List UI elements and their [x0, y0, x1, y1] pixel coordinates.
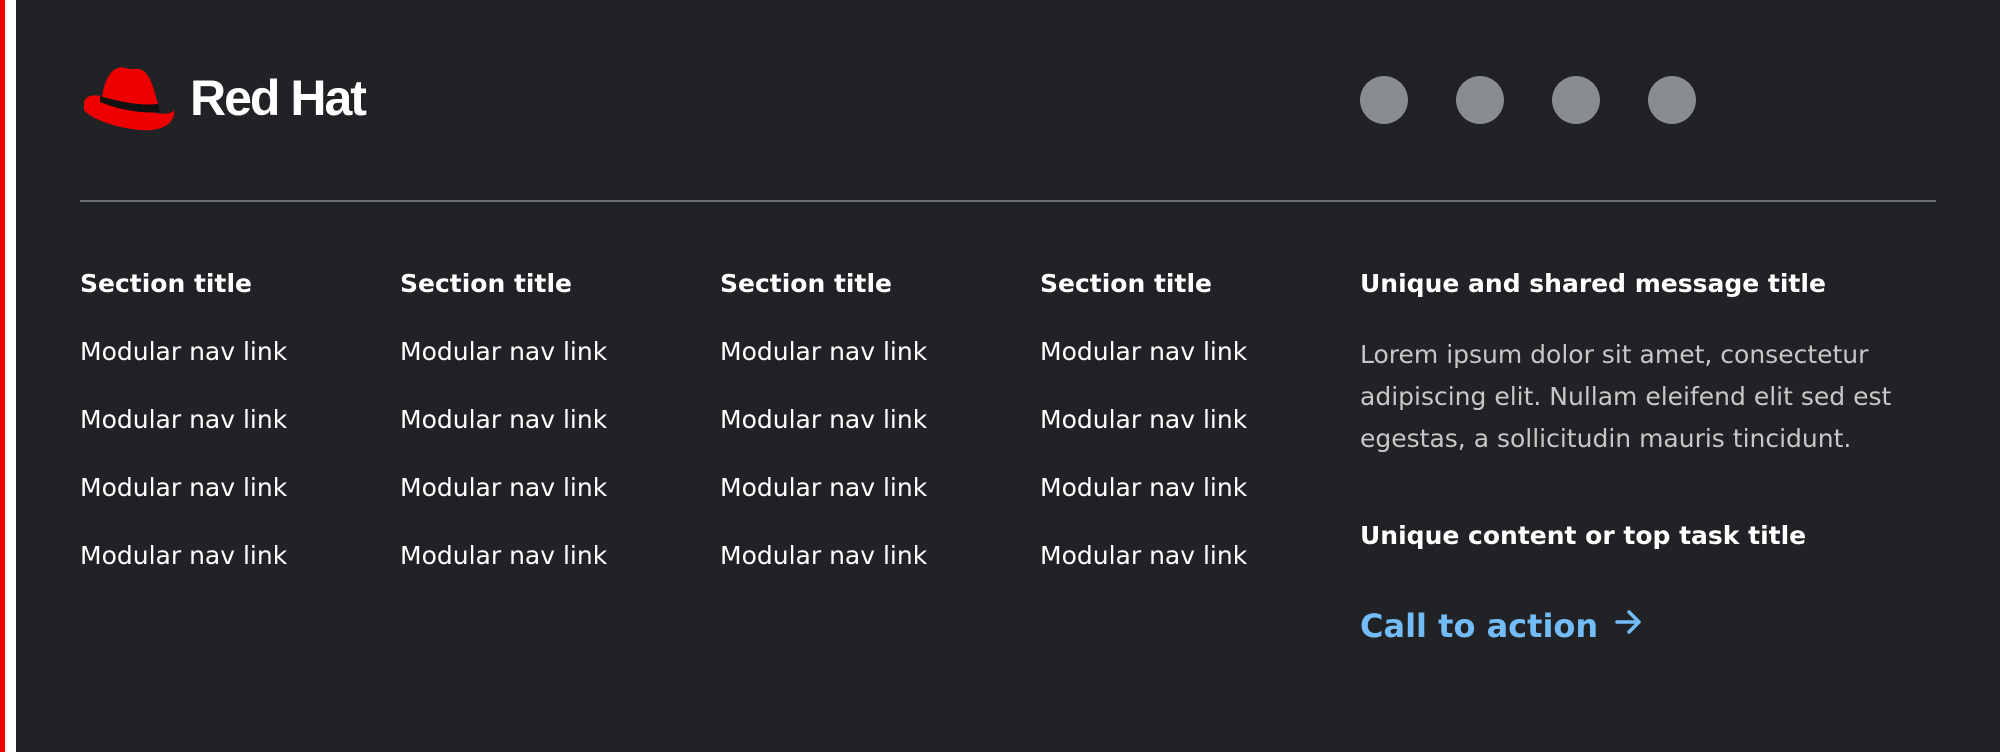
list-item: Modular nav link: [720, 538, 1020, 606]
list-item: Modular nav link: [1040, 402, 1340, 470]
left-gutter: [5, 0, 16, 752]
message-title: Unique and shared message title: [1360, 269, 1826, 298]
nav-link[interactable]: Modular nav link: [80, 334, 287, 370]
nav-link[interactable]: Modular nav link: [80, 402, 287, 438]
call-to-action-link[interactable]: Call to action: [1360, 606, 1644, 646]
nav-link[interactable]: Modular nav link: [720, 470, 927, 506]
nav-column-3: Section title Modular nav link Modular n…: [720, 266, 1020, 606]
nav-link[interactable]: Modular nav link: [720, 538, 927, 574]
list-item: Modular nav link: [80, 334, 380, 402]
nav-column-1: Section title Modular nav link Modular n…: [80, 266, 380, 606]
nav-link[interactable]: Modular nav link: [400, 470, 607, 506]
nav-link-list: Modular nav link Modular nav link Modula…: [400, 334, 700, 606]
list-item: Modular nav link: [720, 470, 1020, 538]
list-item: Modular nav link: [720, 334, 1020, 402]
section-title: Section title: [400, 269, 572, 298]
site-footer: Red Hat Section title Modular nav link M…: [16, 0, 2000, 752]
list-item: Modular nav link: [80, 470, 380, 538]
shared-message-panel: Unique and shared message title Lorem ip…: [1360, 266, 1940, 645]
list-item: Modular nav link: [400, 538, 700, 606]
brand-wordmark: Red Hat: [190, 70, 367, 126]
social-links: [1360, 76, 1696, 124]
nav-link[interactable]: Modular nav link: [1040, 538, 1247, 574]
social-icon-1[interactable]: [1360, 76, 1408, 124]
nav-link[interactable]: Modular nav link: [80, 470, 287, 506]
top-task-title: Unique content or top task title: [1360, 521, 1807, 550]
list-item: Modular nav link: [80, 538, 380, 606]
list-item: Modular nav link: [1040, 470, 1340, 538]
nav-link[interactable]: Modular nav link: [80, 538, 287, 574]
nav-column-2: Section title Modular nav link Modular n…: [400, 266, 700, 606]
list-item: Modular nav link: [400, 334, 700, 402]
nav-link[interactable]: Modular nav link: [720, 334, 927, 370]
list-item: Modular nav link: [400, 470, 700, 538]
section-title: Section title: [80, 269, 252, 298]
list-item: Modular nav link: [720, 402, 1020, 470]
section-title: Section title: [1040, 269, 1212, 298]
nav-link[interactable]: Modular nav link: [1040, 402, 1247, 438]
nav-link[interactable]: Modular nav link: [400, 334, 607, 370]
nav-link[interactable]: Modular nav link: [720, 402, 927, 438]
section-title: Section title: [720, 269, 892, 298]
list-item: Modular nav link: [400, 402, 700, 470]
fedora-hat-icon: [80, 60, 176, 136]
social-icon-4[interactable]: [1648, 76, 1696, 124]
nav-link[interactable]: Modular nav link: [400, 402, 607, 438]
nav-link-list: Modular nav link Modular nav link Modula…: [720, 334, 1020, 606]
social-icon-3[interactable]: [1552, 76, 1600, 124]
cta-label: Call to action: [1360, 607, 1599, 645]
nav-link[interactable]: Modular nav link: [400, 538, 607, 574]
nav-link[interactable]: Modular nav link: [1040, 334, 1247, 370]
nav-link-list: Modular nav link Modular nav link Modula…: [80, 334, 380, 606]
redhat-logo-link[interactable]: Red Hat: [80, 60, 367, 136]
arrow-right-icon: [1614, 606, 1644, 646]
list-item: Modular nav link: [80, 402, 380, 470]
nav-link-list: Modular nav link Modular nav link Modula…: [1040, 334, 1340, 606]
footer-divider: [80, 200, 1936, 202]
list-item: Modular nav link: [1040, 538, 1340, 606]
social-icon-2[interactable]: [1456, 76, 1504, 124]
list-item: Modular nav link: [1040, 334, 1340, 402]
nav-link[interactable]: Modular nav link: [1040, 470, 1247, 506]
nav-column-4: Section title Modular nav link Modular n…: [1040, 266, 1340, 606]
message-body: Lorem ipsum dolor sit amet, consectetur …: [1360, 340, 1892, 453]
